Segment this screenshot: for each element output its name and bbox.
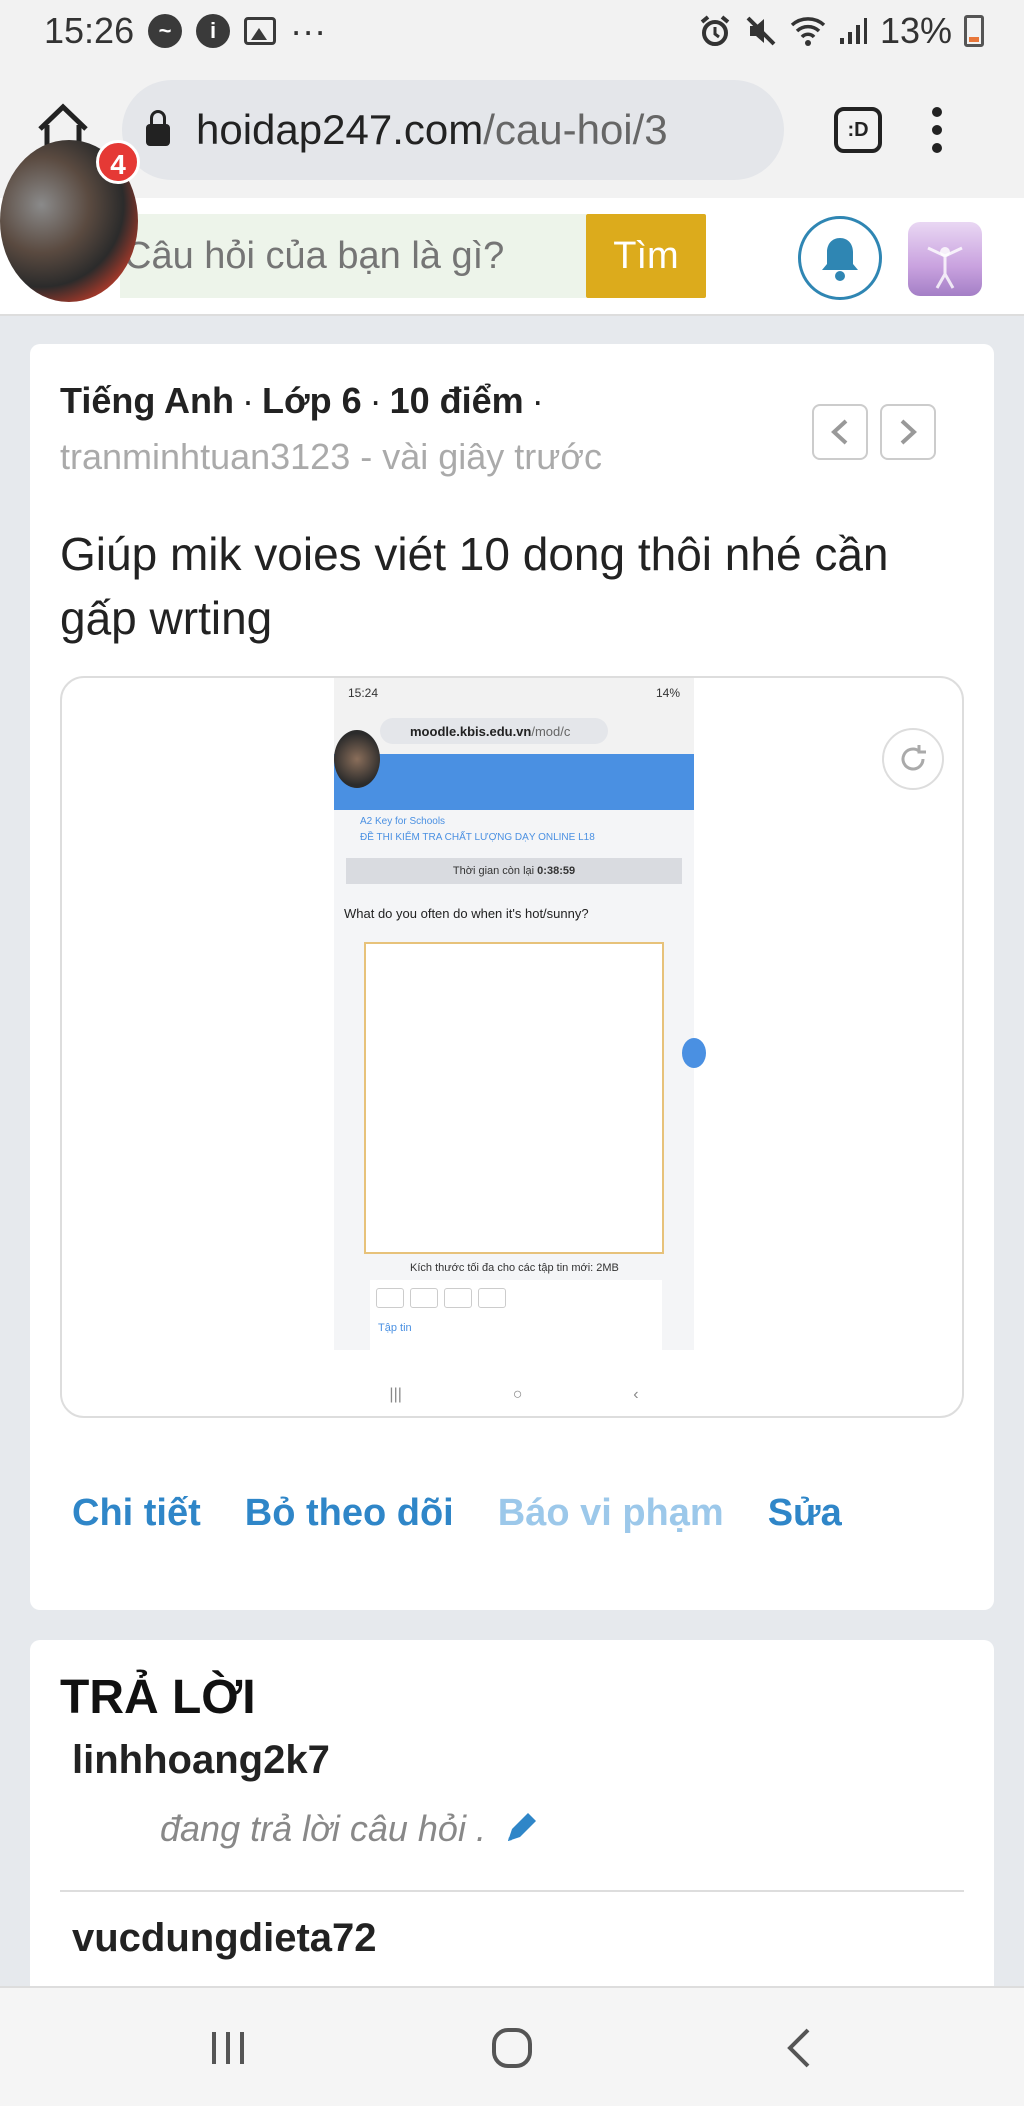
lock-icon: [146, 110, 170, 146]
back-button[interactable]: [770, 2018, 830, 2078]
shot-file-icon: [376, 1288, 404, 1308]
bell-icon: [822, 238, 858, 281]
home-circle-icon: [492, 2028, 532, 2068]
question-meta: Tiếng Anh · Lớp 6 · 10 điểm ·: [60, 380, 544, 421]
question-attachment-image[interactable]: 15:24 14% moodle.kbis.edu.vn/mod/c A2 Ke…: [60, 676, 964, 1418]
shot-recents-icon: |||: [389, 1386, 402, 1403]
url-path: /cau-hoi/3: [483, 106, 668, 153]
search-input[interactable]: [120, 214, 586, 298]
attachment-screenshot: 15:24 14% moodle.kbis.edu.vn/mod/c A2 Ke…: [334, 678, 706, 1416]
shot-site-header: [334, 754, 694, 810]
answer-status: đang trả lời câu hỏi .: [160, 1808, 540, 1850]
shot-nav-bar: ||| ○ ‹: [334, 1370, 694, 1416]
info-icon: i: [196, 14, 231, 48]
system-nav-bar: [0, 1986, 1024, 2106]
shot-question-prompt: What do you often do when it's hot/sunny…: [344, 906, 589, 921]
subject-link[interactable]: Tiếng Anh: [60, 380, 234, 421]
points-label: 10 điểm: [389, 380, 524, 421]
answers-card: TRẢ LỜI linhhoang2k7 đang trả lời câu hỏ…: [30, 1640, 994, 1986]
recents-icon: [212, 2032, 244, 2064]
browser-toolbar: hoidap247.com/cau-hoi/3 :D: [0, 62, 1024, 198]
shot-home-icon: ○: [512, 1386, 523, 1403]
home-nav-button[interactable]: [482, 2018, 542, 2078]
shot-side-bubble: [682, 1038, 706, 1068]
question-actions: Chi tiết Bỏ theo dõi Báo vi phạm Sửa: [72, 1492, 842, 1535]
shot-chat-head: [334, 730, 380, 788]
recents-button[interactable]: [198, 2018, 258, 2078]
shot-files-label: Tập tin: [378, 1322, 412, 1334]
shot-browser-bar: moodle.kbis.edu.vn/mod/c: [334, 708, 694, 754]
messenger-icon: ~: [148, 14, 183, 48]
chevron-left-icon: [831, 419, 848, 445]
search-button[interactable]: Tìm: [586, 214, 706, 298]
shot-status-bar: 15:24 14%: [334, 678, 694, 708]
back-icon: [787, 2028, 810, 2068]
shot-address-bar: moodle.kbis.edu.vn/mod/c: [380, 718, 608, 744]
shot-timer: Thời gian còn lại 0:38:59: [346, 858, 682, 884]
next-question-button[interactable]: [880, 404, 936, 460]
status-bar: 15:26 ~ i ··· 13%: [0, 0, 1024, 62]
shot-breadcrumb-1: A2 Key for Schools: [360, 816, 446, 827]
mute-icon: [746, 16, 776, 46]
shot-breadcrumb-2: ĐỀ THI KIỂM TRA CHẤT LƯỢNG DẠY ONLINE L1…: [360, 832, 595, 843]
avatar-figure-icon: [927, 246, 963, 289]
shot-max-size-note: Kích thước tối đa cho các tập tin mới: 2…: [410, 1262, 619, 1274]
shot-page-body: A2 Key for Schools ĐỀ THI KIỂM TRA CHẤT …: [334, 810, 694, 1350]
report-link[interactable]: Báo vi phạm: [498, 1492, 724, 1535]
status-time: 15:26: [44, 10, 135, 51]
pencil-icon: [507, 1813, 536, 1841]
chevron-right-icon: [900, 419, 917, 445]
shot-folder-icon: [478, 1288, 506, 1308]
more-notifications-icon: ···: [290, 10, 327, 51]
prev-question-button[interactable]: [812, 404, 868, 460]
address-bar[interactable]: hoidap247.com/cau-hoi/3: [122, 80, 784, 180]
gallery-icon: [244, 17, 277, 45]
shot-status-battery: 14%: [655, 686, 680, 700]
shot-file-toolbar: Tập tin: [370, 1280, 662, 1350]
url-domain: hoidap247.com: [196, 106, 484, 153]
wifi-icon: [790, 17, 826, 46]
alarm-icon: [700, 15, 730, 46]
author-name[interactable]: tranminhtuan3123: [60, 436, 350, 477]
shot-list-icon: [444, 1288, 472, 1308]
shot-back-icon: ‹: [633, 1386, 639, 1403]
shot-status-time: 15:24: [348, 686, 379, 700]
unfollow-link[interactable]: Bỏ theo dõi: [245, 1492, 454, 1535]
answer-divider: [60, 1890, 964, 1892]
answer-user[interactable]: linhhoang2k7: [72, 1738, 330, 1783]
browser-menu-button[interactable]: [930, 107, 944, 153]
user-avatar[interactable]: [908, 222, 982, 296]
question-time: vài giây trước: [382, 436, 602, 477]
rotate-image-button[interactable]: [882, 728, 944, 790]
grade-link[interactable]: Lớp 6: [262, 380, 362, 421]
answers-title: TRẢ LỜI: [60, 1671, 256, 1724]
chat-head-badge: 4: [96, 140, 140, 184]
answer-user[interactable]: vucdungdieta72: [72, 1916, 377, 1961]
tab-switcher-button[interactable]: :D: [834, 107, 882, 153]
rotate-icon: [901, 745, 926, 771]
shot-grid-icon: [410, 1288, 438, 1308]
edit-link[interactable]: Sửa: [768, 1492, 842, 1535]
battery-percent: 13%: [879, 10, 952, 51]
details-link[interactable]: Chi tiết: [72, 1492, 201, 1535]
battery-icon: [964, 15, 984, 47]
question-author-line: tranminhtuan3123 - vài giây trước: [60, 436, 602, 477]
question-card: Tiếng Anh · Lớp 6 · 10 điểm · tranminhtuan312…: [30, 344, 994, 1610]
site-header: Tìm: [0, 198, 1024, 316]
question-text: Giúp mik voies viét 10 dong thôi nhé cần…: [60, 528, 889, 644]
notifications-button[interactable]: [798, 216, 882, 300]
signal-icon: [839, 18, 867, 44]
shot-answer-textarea: [364, 942, 664, 1254]
